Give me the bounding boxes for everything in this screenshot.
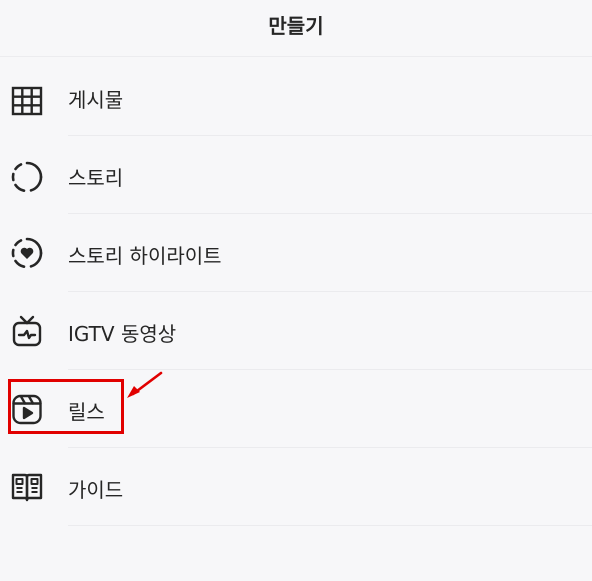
menu-item-label: IGTV 동영상 bbox=[68, 322, 177, 346]
highlight-box bbox=[8, 379, 124, 434]
menu-item-label: 가이드 bbox=[68, 478, 124, 502]
menu-item-post[interactable]: 게시물 bbox=[0, 58, 592, 136]
grid-icon bbox=[10, 84, 44, 118]
menu-item-guide[interactable]: 가이드 bbox=[0, 448, 592, 526]
menu-item-label: 게시물 bbox=[68, 88, 124, 112]
sheet-header: 만들기 bbox=[0, 0, 592, 57]
guide-book-icon bbox=[10, 470, 44, 504]
menu-item-label: 스토리 하이라이트 bbox=[68, 244, 222, 268]
highlight-heart-icon bbox=[10, 236, 44, 270]
menu-item-story[interactable]: 스토리 bbox=[0, 136, 592, 214]
pointer-arrow-icon bbox=[127, 371, 163, 398]
menu-item-igtv[interactable]: IGTV 동영상 bbox=[0, 292, 592, 370]
story-ring-icon bbox=[10, 160, 44, 194]
page-title: 만들기 bbox=[268, 14, 324, 38]
create-menu-sheet: 만들기 게시물 스토리 스토리 하이라이트 IGTV 동영상 릴스 가이드 bbox=[0, 0, 592, 581]
igtv-icon bbox=[10, 314, 44, 348]
divider bbox=[68, 525, 592, 526]
menu-item-story-highlight[interactable]: 스토리 하이라이트 bbox=[0, 214, 592, 292]
menu-item-label: 스토리 bbox=[68, 166, 124, 190]
